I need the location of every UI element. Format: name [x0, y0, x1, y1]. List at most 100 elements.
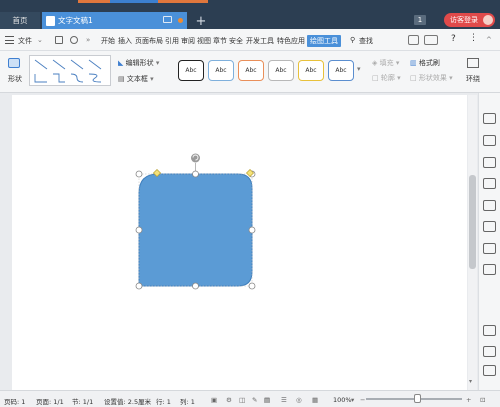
- tab-references[interactable]: 引用: [165, 36, 179, 46]
- search-label[interactable]: 查找: [359, 36, 373, 46]
- outline-icon: □: [372, 74, 381, 82]
- tab-start[interactable]: 开始: [101, 36, 115, 46]
- shape-effect-icon: □: [410, 74, 419, 82]
- menu-icon[interactable]: [5, 36, 14, 44]
- tab-home[interactable]: 首页: [0, 12, 40, 29]
- textbox-icon: ▤: [118, 75, 127, 83]
- style-panel-icon[interactable]: [483, 178, 496, 189]
- shape-style-2[interactable]: Abc: [208, 60, 234, 81]
- tab-drawing-tools[interactable]: 绘图工具: [307, 35, 341, 47]
- search-icon[interactable]: ⚲: [350, 36, 355, 44]
- shape-style-5[interactable]: Abc: [298, 60, 324, 81]
- fill-icon: ◈: [372, 59, 380, 67]
- shape-panel-icon[interactable]: [483, 157, 496, 168]
- chart-icon[interactable]: [483, 243, 496, 254]
- status-page[interactable]: 页面: 1/1: [36, 396, 64, 406]
- status-column[interactable]: 列: 1: [180, 396, 195, 406]
- resize-handle-sw[interactable]: [135, 282, 143, 290]
- resize-handle-e[interactable]: [248, 226, 256, 234]
- save-icon[interactable]: [55, 36, 63, 44]
- login-label: 访客登录: [450, 16, 478, 24]
- document-icon: [46, 15, 55, 26]
- edit-pen-icon[interactable]: [483, 113, 496, 124]
- line-style-gallery[interactable]: [29, 55, 111, 86]
- doc-tab-label: 文字文稿1: [58, 16, 93, 25]
- more-options-icon[interactable]: ⋮: [469, 33, 478, 43]
- resize-handle-n[interactable]: [192, 170, 199, 178]
- shape-label: 形状: [8, 75, 22, 83]
- login-button[interactable]: 访客登录: [444, 13, 495, 27]
- status-setting[interactable]: 设置值: 2.5厘米: [104, 396, 151, 406]
- resize-handle-s[interactable]: [192, 282, 199, 290]
- select-arrow-icon[interactable]: [483, 135, 496, 146]
- scroll-down-icon[interactable]: ▾: [469, 378, 472, 385]
- monitor-icon[interactable]: [163, 16, 172, 23]
- web-view-icon[interactable]: ◎: [296, 396, 302, 404]
- format-brush-icon: ▥: [410, 59, 419, 67]
- proofread-icon[interactable]: ⚙: [226, 396, 232, 404]
- resize-handle-se[interactable]: [248, 282, 256, 290]
- status-section[interactable]: 节: 1/1: [72, 396, 93, 406]
- top-accent-strip-blue: [110, 0, 158, 3]
- read-mode-icon[interactable]: ▦: [312, 396, 318, 404]
- unsaved-dot-icon: [178, 18, 183, 23]
- gallery-icon[interactable]: [483, 221, 496, 232]
- tab-security[interactable]: 安全: [229, 36, 243, 46]
- outline-button[interactable]: □ 轮廓 ▾: [372, 73, 401, 83]
- toolbox-icon[interactable]: [483, 346, 496, 357]
- tab-page-layout[interactable]: 页面布局: [135, 36, 163, 46]
- zoom-in-icon[interactable]: +: [466, 396, 471, 404]
- collapse-ribbon-icon[interactable]: ^: [486, 36, 492, 44]
- image-icon[interactable]: [483, 325, 496, 336]
- tab-insert[interactable]: 插入: [118, 36, 132, 46]
- edit-shape-button[interactable]: ◣ 编辑形状 ▾: [118, 58, 159, 68]
- scrollbar-thumb[interactable]: [469, 175, 476, 269]
- format-brush-button[interactable]: ▥ 格式刷: [410, 58, 440, 68]
- zoom-out-icon[interactable]: −: [360, 396, 365, 404]
- shape-style-4[interactable]: Abc: [268, 60, 294, 81]
- table-icon[interactable]: [483, 200, 496, 211]
- style-gallery-more-icon[interactable]: ▾: [357, 65, 361, 73]
- word-count-icon[interactable]: ▣: [211, 396, 217, 404]
- textbox-button[interactable]: ▤ 文本框 ▾: [118, 74, 154, 84]
- selected-shape[interactable]: [138, 173, 253, 287]
- outline-view-icon[interactable]: ☰: [281, 396, 287, 404]
- fit-page-icon[interactable]: ⊡: [480, 396, 485, 404]
- window-count-badge[interactable]: 1: [414, 15, 426, 25]
- file-menu[interactable]: 文件: [18, 36, 32, 46]
- zoom-level[interactable]: 100%: [333, 396, 352, 404]
- fill-button[interactable]: ◈ 填充 ▾: [372, 58, 399, 68]
- shape-style-3[interactable]: Abc: [238, 60, 264, 81]
- connector-lines-icon: [34, 59, 102, 83]
- cloud-sync-icon[interactable]: [424, 35, 438, 45]
- help-icon[interactable]: ?: [451, 34, 456, 44]
- wrap-button[interactable]: 环绕: [462, 56, 484, 86]
- resize-handle-nw[interactable]: [135, 170, 143, 178]
- status-row[interactable]: 行: 1: [156, 396, 171, 406]
- resize-handle-w[interactable]: [135, 226, 143, 234]
- zoom-slider-knob[interactable]: [414, 394, 421, 403]
- tab-document[interactable]: 文字文稿1: [42, 12, 187, 29]
- shape-effect-button[interactable]: □ 形状效果 ▾: [410, 73, 453, 83]
- tab-review[interactable]: 审阅: [181, 36, 195, 46]
- page-view-icon[interactable]: ▤: [264, 396, 270, 404]
- shape-style-6[interactable]: Abc: [328, 60, 354, 81]
- track-icon[interactable]: ◫: [239, 396, 245, 404]
- shape-style-1[interactable]: Abc: [178, 60, 204, 81]
- share-icon[interactable]: [408, 35, 419, 45]
- shape-button[interactable]: 形状: [3, 56, 27, 86]
- status-page-number[interactable]: 页码: 1: [4, 396, 25, 406]
- tab-features[interactable]: 特色应用: [277, 36, 305, 46]
- tab-chapter[interactable]: 章节: [213, 36, 227, 46]
- more-icon[interactable]: »: [86, 36, 90, 44]
- zoom-dropdown-icon[interactable]: ▾: [351, 396, 354, 404]
- tab-developer[interactable]: 开发工具: [246, 36, 274, 46]
- new-tab-button[interactable]: +: [193, 13, 209, 29]
- arrow-icon[interactable]: [483, 264, 496, 275]
- pen-mode-icon[interactable]: ✎: [252, 396, 257, 404]
- settings-icon[interactable]: [483, 365, 496, 376]
- format-painter-icon[interactable]: [70, 36, 78, 44]
- tab-view[interactable]: 视图: [197, 36, 211, 46]
- shape-canvas: [135, 153, 256, 290]
- chevron-down-icon[interactable]: ⌄: [37, 36, 43, 44]
